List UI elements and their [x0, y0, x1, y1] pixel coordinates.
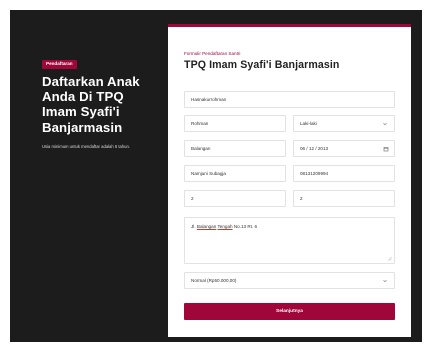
- page-background: Pendaftaran Daftarkan Anak Anda Di TPQ I…: [10, 10, 422, 342]
- full-name-value: Hasnakurrohman: [191, 97, 227, 102]
- age-requirement-note: Usia minimum untuk mendaftar adalah 6 ta…: [42, 143, 130, 149]
- nickname-input[interactable]: Rohman: [184, 115, 286, 132]
- hero-title-line: Imam Syafi'i: [42, 104, 120, 120]
- hero-title-line: Banjarmasin: [42, 119, 123, 135]
- birth-date-input[interactable]: 06 / 12 / 2013: [293, 140, 395, 157]
- gender-value: Laki-laki: [300, 121, 317, 126]
- address-textarea[interactable]: Jl. Balangan Tengah No.13 Rt. 6: [184, 217, 395, 264]
- number-a-value: 2: [191, 196, 194, 201]
- program-value: Normal (Rp50.000,00): [191, 278, 237, 283]
- form-subtitle: Formulir Pendaftaran Santri: [184, 51, 241, 56]
- number-input-b[interactable]: 2: [293, 190, 395, 207]
- nickname-value: Rohman: [191, 121, 209, 126]
- address-part: Balangan: [196, 224, 217, 229]
- hero-title-line: Daftarkan Anak: [42, 74, 140, 89]
- parent-name-value: Namjuni Subagja: [191, 171, 226, 176]
- birth-date-value: 06 / 12 / 2013: [300, 146, 329, 151]
- birth-place-input[interactable]: Balangan: [184, 140, 286, 157]
- address-part: No.13 Rt. 6: [232, 224, 258, 229]
- registration-form-card: Formulir Pendaftaran Santri TPQ Imam Sya…: [168, 24, 411, 337]
- number-input-a[interactable]: 2: [184, 190, 286, 207]
- hero-section: Pendaftaran Daftarkan Anak Anda Di TPQ I…: [42, 52, 160, 149]
- hero-title: Daftarkan Anak Anda Di TPQ Imam Syafi'i …: [42, 74, 160, 135]
- program-select[interactable]: Normal (Rp50.000,00): [184, 272, 395, 289]
- full-name-input[interactable]: Hasnakurrohman: [184, 91, 395, 108]
- chevron-down-icon: [383, 279, 387, 282]
- form-title: TPQ Imam Syafi'i Banjarmasin: [184, 59, 340, 71]
- calendar-icon[interactable]: [383, 146, 389, 152]
- phone-input[interactable]: 08131209994: [293, 165, 395, 182]
- section-badge: Pendaftaran: [42, 60, 77, 69]
- parent-name-input[interactable]: Namjuni Subagja: [184, 165, 286, 182]
- chevron-down-icon: [383, 122, 387, 125]
- gender-select[interactable]: Laki-laki: [293, 115, 395, 132]
- address-text: Jl. Balangan Tengah No.13 Rt. 6: [191, 224, 257, 229]
- hero-title-line: Anda Di TPQ: [42, 89, 124, 105]
- next-button[interactable]: Selanjutnya: [184, 303, 395, 320]
- resize-grip-icon[interactable]: [387, 256, 392, 261]
- birth-place-value: Balangan: [191, 146, 211, 151]
- address-part: Tengah: [217, 224, 233, 229]
- phone-value: 08131209994: [300, 171, 329, 176]
- number-b-value: 2: [300, 196, 303, 201]
